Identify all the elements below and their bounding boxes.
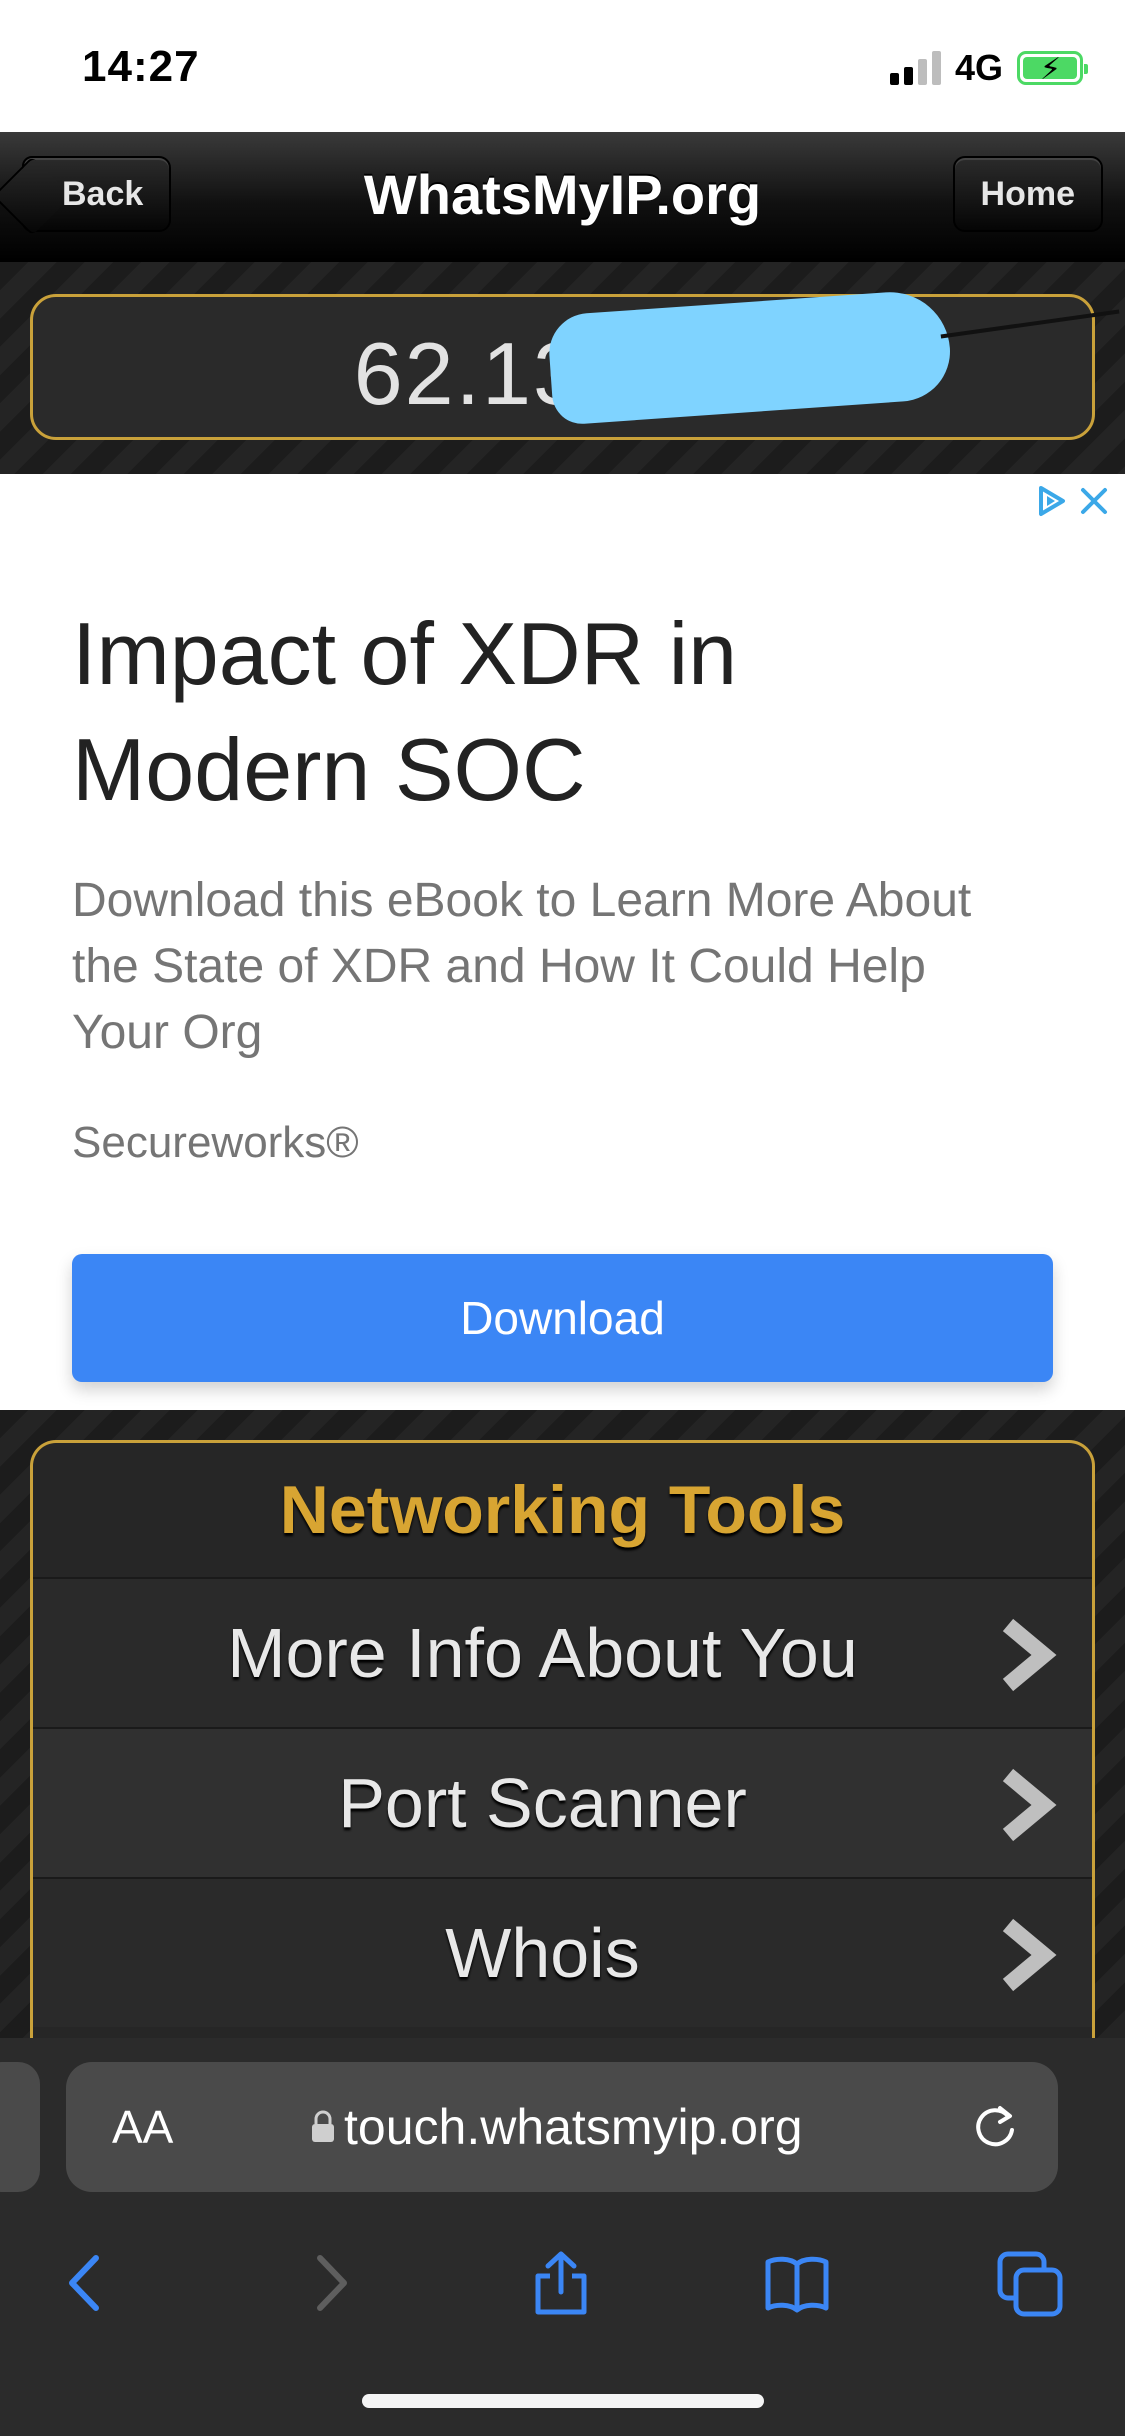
url-text: touch.whatsmyip.org — [344, 2099, 803, 2155]
reader-options-label: AA — [112, 2101, 174, 2153]
tool-item-whois[interactable]: Whois — [33, 1877, 1092, 2027]
url-display[interactable]: touch.whatsmyip.org — [310, 2098, 803, 2156]
signal-icon — [889, 51, 941, 85]
adchoices-icon[interactable] — [1035, 484, 1069, 518]
home-button[interactable]: Home — [952, 156, 1103, 232]
app-navbar: Back WhatsMyIP.org Home — [0, 132, 1125, 262]
chevron-right-icon — [1002, 1768, 1057, 1842]
chevron-right-icon — [1002, 1618, 1057, 1692]
tool-item-more-info[interactable]: More Info About You — [33, 1577, 1092, 1727]
tool-item-label: Port Scanner — [338, 1764, 747, 1842]
tool-item-label: Whois — [445, 1914, 640, 1992]
download-button[interactable]: Download — [72, 1254, 1053, 1382]
address-bar[interactable]: AA touch.whatsmyip.org — [66, 2062, 1058, 2192]
tabs-icon[interactable] — [996, 2248, 1066, 2318]
networking-tools-panel: Networking Tools More Info About You Por… — [30, 1440, 1095, 2080]
status-indicators: 4G ⚡ — [889, 46, 1088, 90]
lock-icon — [312, 2110, 334, 2142]
tool-item-port-scanner[interactable]: Port Scanner — [33, 1727, 1092, 1877]
tool-item-label: More Info About You — [227, 1614, 858, 1692]
advertisement[interactable]: Impact of XDR in Modern SOC Download thi… — [0, 474, 1125, 1410]
ad-choices[interactable] — [1035, 484, 1109, 518]
battery-icon: ⚡ — [1017, 51, 1088, 86]
tools-heading: Networking Tools — [279, 1472, 846, 1548]
back-button-label: Back — [62, 174, 144, 213]
browser-chrome: AA touch.whatsmyip.org — [0, 2038, 1125, 2436]
ad-description[interactable]: Download this eBook to Learn More About … — [72, 868, 1032, 1066]
status-bar: 14:27 4G ⚡ — [0, 0, 1125, 132]
status-time: 14:27 — [82, 42, 200, 91]
ad-headline[interactable]: Impact of XDR in Modern SOC — [72, 596, 972, 828]
chevron-right-icon — [1002, 1918, 1057, 1992]
reload-icon[interactable] — [970, 2102, 1020, 2152]
network-type: 4G — [954, 47, 1003, 88]
browser-toolbar — [0, 2228, 1125, 2338]
bookmarks-icon[interactable] — [762, 2248, 832, 2318]
close-ad-icon[interactable] — [1079, 486, 1109, 516]
previous-tab-peek[interactable] — [0, 2062, 40, 2192]
share-icon[interactable] — [526, 2248, 596, 2318]
home-indicator[interactable] — [362, 2394, 764, 2408]
ad-advertiser[interactable]: Secureworks® — [72, 1118, 359, 1168]
reader-options-button[interactable]: AA — [112, 2100, 173, 2154]
forward-arrow-icon[interactable] — [294, 2248, 364, 2318]
back-arrow-icon[interactable] — [52, 2248, 122, 2318]
